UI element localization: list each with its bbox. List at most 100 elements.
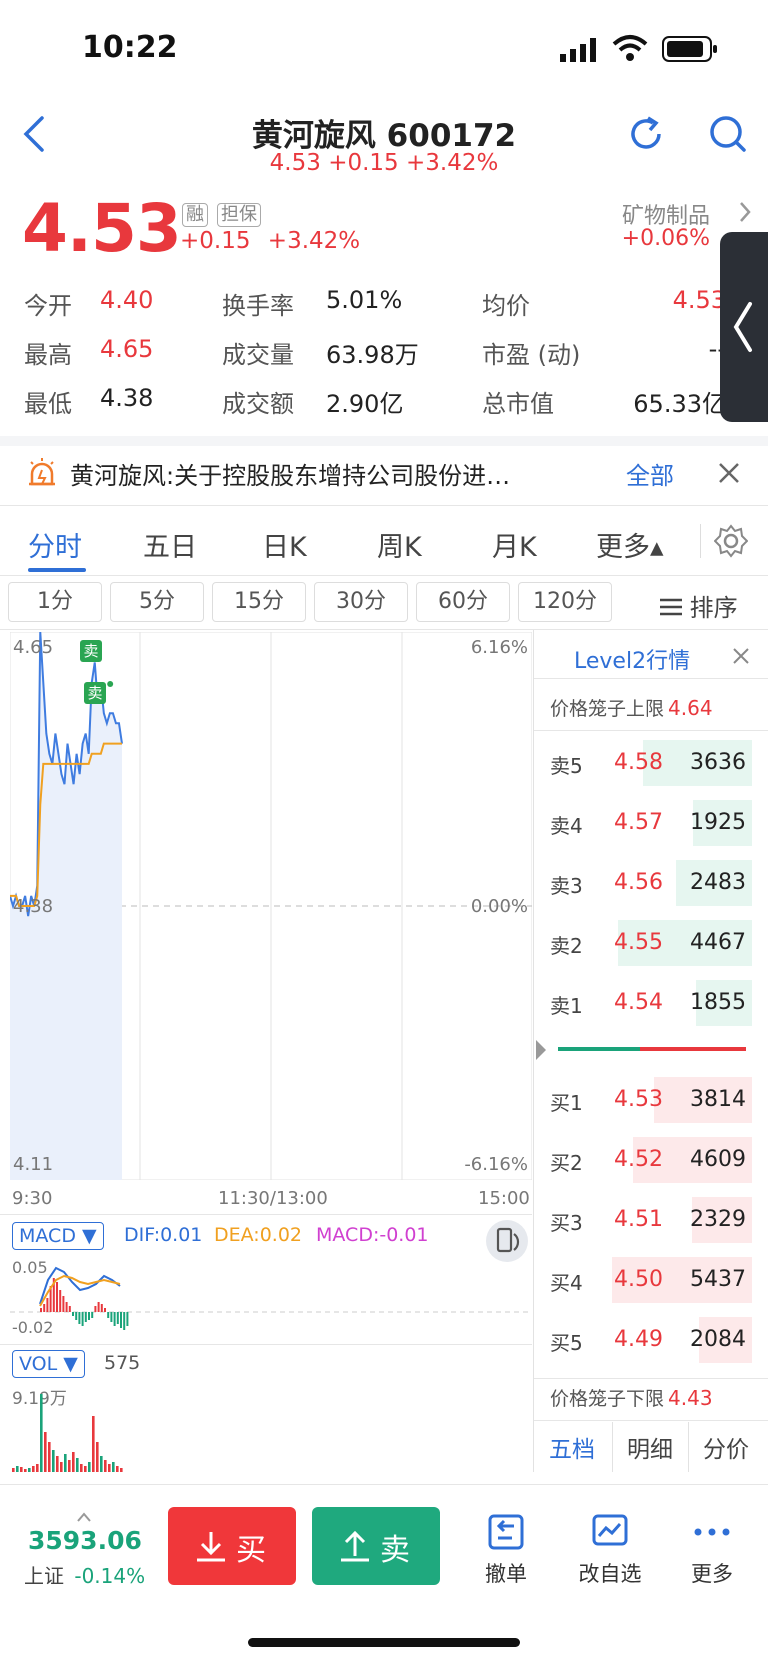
order-volume: 2329 [690,1207,746,1232]
close-icon[interactable] [732,647,750,665]
list-icon [660,595,682,623]
stat-label: 均价 [482,292,530,320]
divider [0,575,768,576]
buy-button[interactable]: 买 [168,1507,296,1585]
macd-bar [100,1304,103,1312]
sell-button[interactable]: 卖 [312,1507,440,1585]
close-icon[interactable] [716,460,742,486]
divider [688,1422,689,1472]
edit-watchlist-button[interactable]: 改自选 [570,1510,650,1590]
refresh-icon[interactable] [626,114,666,154]
side-panel-handle[interactable] [720,232,768,422]
stat-value: 65.33亿 [633,390,726,418]
order-level-label: 卖1 [550,994,583,1018]
macd-bar [46,1298,49,1312]
stat-label: 市盈 (动) [482,341,581,369]
period-chip[interactable]: 15分 [212,582,306,622]
download-arrow-icon [197,1532,225,1562]
spread-bar-red [640,1047,746,1051]
order-price: 4.53 [614,1087,663,1112]
macd-selector[interactable]: MACD ▼ [12,1222,104,1250]
volume-bar [64,1454,67,1472]
order-price: 4.58 [614,750,663,775]
volume-bar [24,1469,27,1472]
stat-label: 换手率 [222,292,294,320]
stat-label: 今开 [24,292,72,320]
search-icon[interactable] [708,114,748,154]
macd-bar [72,1312,74,1316]
index-value[interactable]: 3593.06 [28,1526,142,1555]
tab-0[interactable]: 分时 [28,525,82,564]
price-axis-mid: 4.38 [13,896,54,917]
tab-2[interactable]: 日K [262,525,307,564]
macd-bar [113,1312,116,1326]
volume-bar [76,1458,79,1472]
news-all-link[interactable]: 全部 [626,456,674,491]
divider [700,524,701,558]
current-price: 4.53 [22,190,182,267]
tab-1[interactable]: 五日 [143,525,197,564]
cancel-order-label: 撤单 [485,1562,527,1586]
stat-label: 最低 [24,390,72,418]
index-info: 上证 -0.14% [24,1560,145,1589]
period-chip[interactable]: 5分 [110,582,204,622]
volume-bar [16,1466,19,1472]
level2-tab-2[interactable]: 分价 [688,1430,764,1470]
price-change-abs: +0.15 [180,228,251,254]
index-expand-icon[interactable] [76,1508,92,1522]
macd-bar [62,1296,65,1312]
volume-bar [20,1467,23,1472]
tab-4[interactable]: 月K [492,525,537,564]
period-chip[interactable]: 60分 [416,582,510,622]
order-price: 4.51 [614,1207,663,1232]
order-level-label: 买2 [550,1151,583,1175]
macd-bar [97,1302,100,1312]
more-button[interactable]: 更多 [682,1510,742,1590]
divider [534,1378,768,1379]
collapse-arrow-icon[interactable] [534,1038,548,1062]
period-chip[interactable]: 1分 [8,582,102,622]
sector-change: +0.06% [621,226,710,251]
guarantee-tag: 担保 [217,203,261,227]
stat-value: 63.98万 [326,341,419,369]
divider [534,1420,768,1421]
stat-value: 4.65 [100,335,154,363]
order-price: 4.55 [614,930,663,955]
stat-label: 成交额 [222,390,294,418]
tab-5[interactable]: 更多▴ [596,525,664,564]
chevron-right-icon[interactable] [738,200,752,224]
order-volume: 3636 [690,750,746,775]
order-level-label: 卖4 [550,814,583,838]
stat-value: 4.38 [100,384,154,412]
order-volume: 1855 [690,990,746,1015]
order-level-label: 买3 [550,1211,583,1235]
macd-bar [91,1312,94,1318]
cancel-order-button[interactable]: 撤单 [476,1510,536,1590]
tab-active-underline [28,568,86,572]
volume-bar [88,1462,91,1472]
price-change-pct: +3.42% [267,228,361,254]
volume-bar [52,1450,55,1472]
divider [0,1344,532,1345]
period-chip[interactable]: 30分 [314,582,408,622]
level2-title: Level2行情 [574,649,691,674]
sell-marker[interactable]: 卖 [84,682,106,704]
macd-bar [56,1282,58,1312]
macd-bar [59,1290,62,1312]
settings-icon[interactable] [713,524,749,558]
alarm-icon [26,456,58,488]
sell-marker[interactable]: 卖 [80,640,102,662]
divider [534,678,768,679]
level2-tab-1[interactable]: 明细 [612,1430,688,1470]
tab-3[interactable]: 周K [377,525,422,564]
order-volume: 1925 [690,810,746,835]
intraday-chart[interactable] [10,632,532,1180]
order-price: 4.56 [614,870,663,895]
vol-selector[interactable]: VOL ▼ [12,1350,85,1378]
news-headline[interactable]: 黄河旋风:关于控股股东增持公司股份进… [70,456,510,491]
sort-button[interactable]: 排序 [660,588,738,622]
order-level-label: 卖3 [550,874,583,898]
period-chip[interactable]: 120分 [518,582,612,622]
wifi-icon [612,34,648,62]
level2-tab-0[interactable]: 五档 [534,1430,610,1470]
